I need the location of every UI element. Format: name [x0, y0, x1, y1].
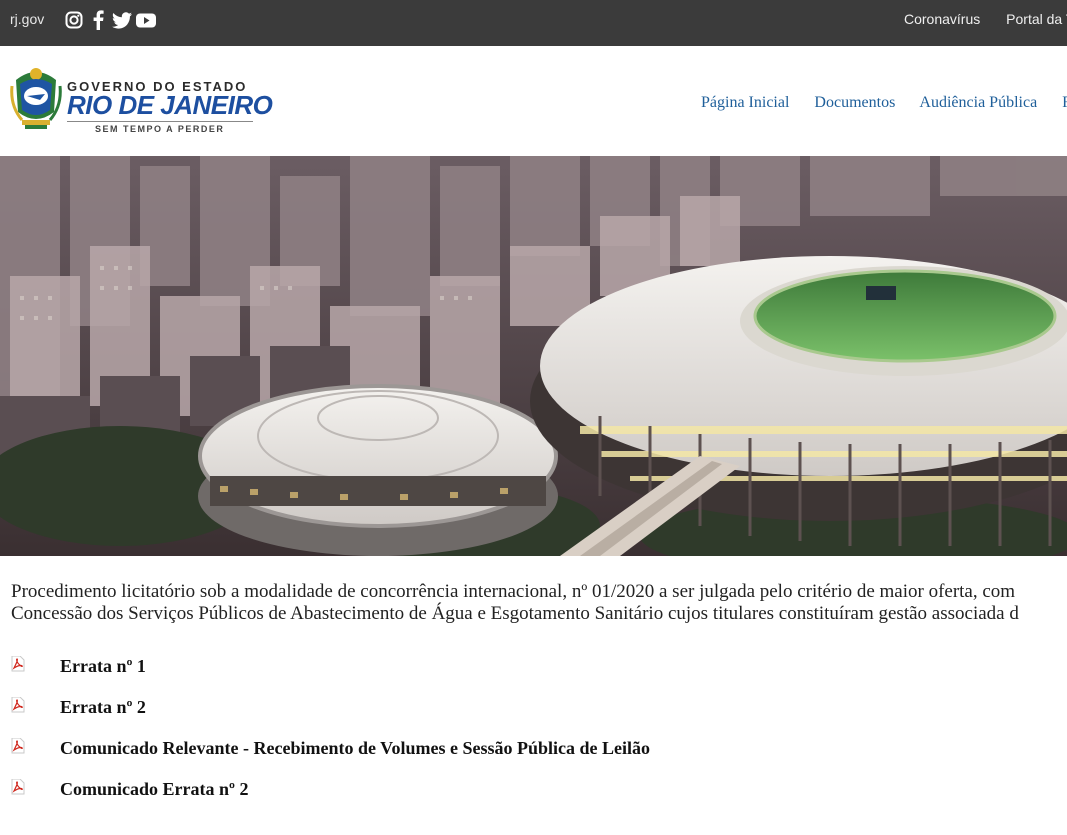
pdf-icon	[11, 779, 25, 795]
hero-image	[0, 156, 1067, 556]
site-header: GOVERNO DO ESTADO RIO DE JANEIRO SEM TEM…	[0, 46, 1067, 156]
document-link[interactable]: Errata nº 1	[60, 656, 146, 677]
nav-pagina-inicial[interactable]: Página Inicial	[701, 94, 789, 111]
nav-audiencia-publica[interactable]: Audiência Pública	[919, 94, 1037, 111]
intro-paragraph: Procedimento licitatório sob a modalidad…	[11, 581, 1067, 625]
instagram-icon[interactable]	[64, 10, 84, 30]
rj-gov-link[interactable]: rj.gov	[10, 11, 44, 27]
main-nav: Página Inicial Documentos Audiência Públ…	[701, 94, 1067, 112]
pdf-icon	[11, 656, 25, 672]
intro-line-1: Procedimento licitatório sob a modalidad…	[11, 581, 1016, 602]
logo-tagline: SEM TEMPO A PERDER	[95, 124, 225, 134]
document-link[interactable]: Comunicado Errata nº 2	[60, 779, 248, 800]
list-item[interactable]: Comunicado Relevante - Recebimento de Vo…	[11, 738, 1061, 779]
youtube-icon[interactable]	[136, 10, 156, 30]
twitter-icon[interactable]	[112, 10, 132, 30]
list-item[interactable]: Errata nº 2	[11, 697, 1061, 738]
top-bar: rj.gov Coronavírus Portal da	[0, 0, 1067, 46]
government-logo[interactable]: GOVERNO DO ESTADO RIO DE JANEIRO SEM TEM…	[10, 66, 273, 136]
document-link[interactable]: Errata nº 2	[60, 697, 146, 718]
pdf-icon	[11, 697, 25, 713]
list-item[interactable]: Comunicado Errata nº 2	[11, 779, 1061, 820]
nav-item-truncated[interactable]: F	[1062, 94, 1067, 111]
pdf-icon	[11, 738, 25, 754]
document-link[interactable]: Comunicado Relevante - Recebimento de Vo…	[60, 738, 650, 759]
state-coat-of-arms-icon	[10, 68, 62, 129]
logo-line-2: RIO DE JANEIRO	[67, 90, 273, 120]
top-links: Coronavírus Portal da T	[904, 11, 1067, 27]
list-item[interactable]: Errata nº 1	[11, 656, 1061, 697]
intro-line-2: Concessão dos Serviços Públicos de Abast…	[11, 603, 1019, 624]
document-list: Errata nº 1 Errata nº 2 Comunicado Relev…	[11, 656, 1061, 820]
facebook-icon[interactable]	[88, 10, 108, 30]
logo-divider	[67, 121, 253, 122]
coronavirus-link[interactable]: Coronavírus	[904, 11, 980, 27]
portal-transparencia-link[interactable]: Portal da T	[1006, 11, 1067, 27]
nav-documentos[interactable]: Documentos	[814, 94, 895, 111]
social-links	[64, 10, 156, 30]
